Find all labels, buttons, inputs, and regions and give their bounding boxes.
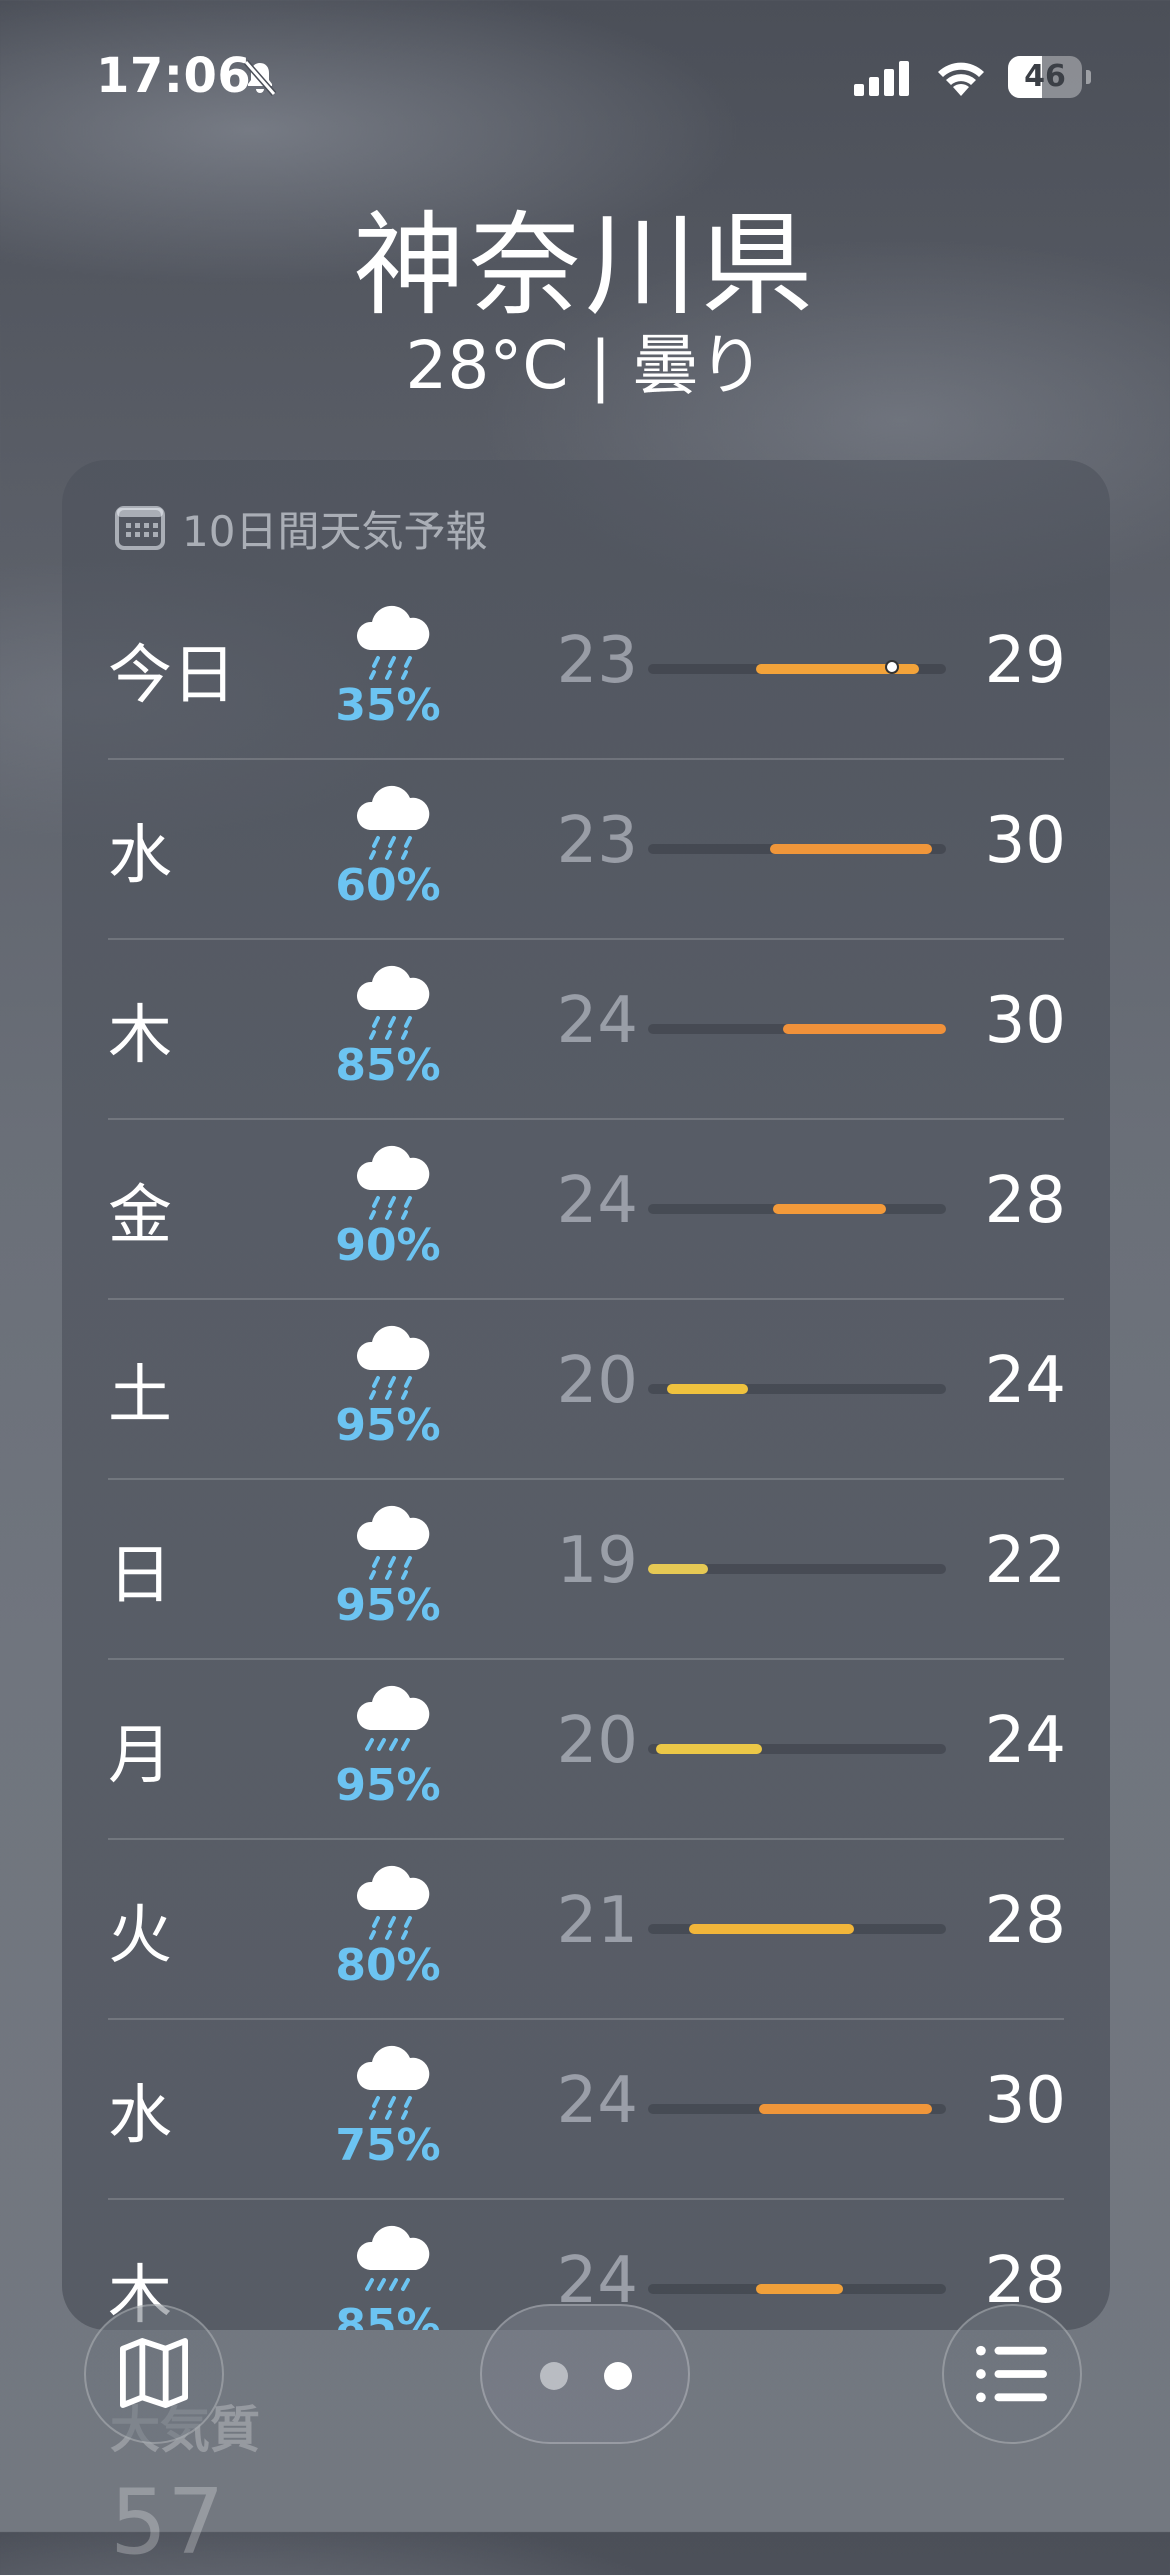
- high-temp: 24: [984, 1344, 1066, 1418]
- low-temp: 24: [556, 2064, 638, 2138]
- precip-chance: 75%: [335, 2120, 441, 2171]
- temp-range-bar: [756, 2284, 844, 2294]
- temp-range-track: [648, 1204, 946, 1214]
- forecast-row[interactable]: 木 85% 24 30: [108, 938, 1066, 1118]
- temp-range-track: [648, 2104, 946, 2114]
- list-icon: [976, 2345, 1047, 2403]
- status-bar: 17:06 46: [0, 0, 1170, 150]
- high-temp: 28: [984, 1884, 1066, 1958]
- temp-range-bar: [656, 1744, 762, 1754]
- low-temp: 20: [556, 1704, 638, 1778]
- temp-range-track: [648, 844, 946, 854]
- forecast-row[interactable]: 土 95% 20 24: [108, 1298, 1066, 1478]
- page-indicator[interactable]: [480, 2304, 690, 2444]
- cloud-rain-icon: [356, 965, 430, 1040]
- cloud-rain-icon: [356, 605, 430, 680]
- temp-range-track: [648, 2284, 946, 2294]
- status-time: 17:06: [96, 48, 252, 104]
- wifi-icon: [938, 62, 984, 96]
- location-list-button[interactable]: [942, 2304, 1082, 2444]
- precip-chance: 95%: [335, 1760, 441, 1811]
- ten-day-forecast-card[interactable]: 10日間天気予報 今日 35% 23 29 水 60% 23 30 木 85% 24 30 金 90% 24…: [62, 460, 1110, 2330]
- page-dot-2[interactable]: [604, 2362, 632, 2390]
- day-label: 今日: [108, 639, 236, 713]
- current-temp-marker: [884, 660, 899, 674]
- high-temp: 29: [984, 624, 1066, 698]
- temp-range-track: [648, 1924, 946, 1934]
- battery-indicator: 46: [1008, 56, 1091, 98]
- cloud-rain-icon: [356, 1685, 430, 1751]
- temp-range-bar: [648, 1564, 708, 1574]
- forecast-row[interactable]: 水 60% 23 30: [108, 758, 1066, 938]
- silent-mode-bell-icon: [243, 60, 277, 96]
- low-temp: 23: [556, 624, 638, 698]
- high-temp: 30: [984, 984, 1066, 1058]
- high-temp: 30: [984, 804, 1066, 878]
- day-label: 火: [108, 1899, 172, 1973]
- forecast-row[interactable]: 今日 35% 23 29: [108, 580, 1066, 758]
- precip-chance: 95%: [335, 1580, 441, 1631]
- temp-range-bar: [772, 1204, 887, 1214]
- precip-chance: 80%: [335, 1940, 441, 1991]
- day-label: 水: [108, 2079, 172, 2153]
- low-temp: 24: [556, 984, 638, 1058]
- forecast-row[interactable]: 火 80% 21 28: [108, 1838, 1066, 2018]
- current-condition: 28°C | 曇り: [405, 327, 765, 404]
- temp-range-bar: [666, 1384, 749, 1394]
- cloud-rain-icon: [356, 1505, 430, 1580]
- temp-range-bar: [759, 2104, 933, 2114]
- map-button[interactable]: [84, 2304, 224, 2444]
- high-temp: 22: [984, 1524, 1066, 1598]
- temp-range-bar: [783, 1024, 946, 1034]
- high-temp: 28: [984, 1164, 1066, 1238]
- temp-range-bar: [769, 844, 933, 854]
- temp-range-track: [648, 1384, 946, 1394]
- cloud-rain-icon: [356, 1145, 430, 1220]
- precip-chance: 95%: [335, 1400, 441, 1451]
- precip-chance: 35%: [335, 680, 441, 731]
- day-label: 木: [108, 999, 172, 1073]
- cloud-rain-icon: [356, 1865, 430, 1940]
- temp-range-track: [648, 660, 946, 674]
- precip-chance: 90%: [335, 1220, 441, 1271]
- battery-percent: 46: [1024, 59, 1066, 94]
- precip-chance: 60%: [335, 860, 441, 911]
- map-icon: [120, 2338, 188, 2408]
- high-temp: 30: [984, 2064, 1066, 2138]
- cloud-rain-icon: [356, 1325, 430, 1400]
- precip-chance: 85%: [335, 1040, 441, 1091]
- day-label: 月: [108, 1719, 172, 1793]
- temp-range-track: [648, 1024, 946, 1034]
- high-temp: 24: [984, 1704, 1066, 1778]
- forecast-title: 10日間天気予報: [182, 506, 488, 556]
- forecast-row[interactable]: 日 95% 19 22: [108, 1478, 1066, 1658]
- low-temp: 23: [556, 804, 638, 878]
- cellular-signal-icon: [854, 61, 909, 96]
- forecast-row[interactable]: 金 90% 24 28: [108, 1118, 1066, 1298]
- day-label: 水: [108, 819, 172, 893]
- day-label: 土: [108, 1359, 172, 1433]
- forecast-header: 10日間天気予報: [114, 498, 487, 558]
- calendar-icon: [115, 506, 165, 550]
- day-label: 日: [108, 1539, 172, 1613]
- temp-range-track: [648, 1744, 946, 1754]
- page-dot-1[interactable]: [540, 2362, 568, 2390]
- forecast-row[interactable]: 月 95% 20 24: [108, 1658, 1066, 1838]
- air-quality-value: 57: [110, 2470, 225, 2575]
- forecast-rows: 今日 35% 23 29 水 60% 23 30 木 85% 24 30 金 90% 24 28 土 95% 20 2…: [108, 580, 1066, 2330]
- precip-chance: 85%: [335, 2300, 441, 2330]
- low-temp: 19: [556, 1524, 638, 1598]
- temp-range-track: [648, 1564, 946, 1574]
- day-label: 金: [108, 1179, 172, 1253]
- low-temp: 20: [556, 1344, 638, 1418]
- cloud-rain-icon: [356, 2225, 430, 2291]
- temp-range-bar: [688, 1924, 854, 1934]
- cloud-rain-icon: [356, 2045, 430, 2120]
- forecast-row[interactable]: 水 75% 24 30: [108, 2018, 1066, 2198]
- cloud-rain-icon: [356, 785, 430, 860]
- low-temp: 21: [556, 1884, 638, 1958]
- low-temp: 24: [556, 1164, 638, 1238]
